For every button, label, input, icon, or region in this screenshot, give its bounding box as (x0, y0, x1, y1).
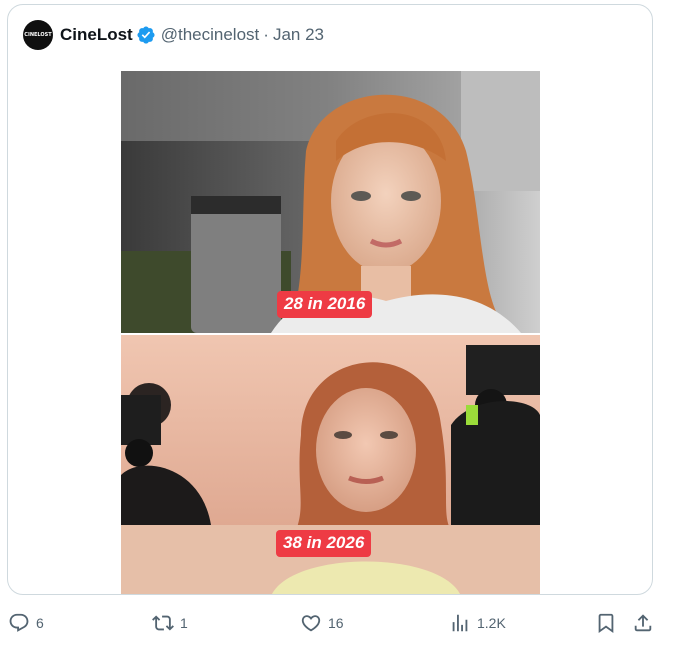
heart-icon (301, 615, 321, 632)
repost-count: 1 (180, 615, 188, 631)
bookmark-icon (598, 613, 614, 634)
photo-2026[interactable]: 38 in 2026 (121, 335, 540, 594)
repost-button[interactable]: 1 (152, 606, 188, 640)
views-chart-icon (452, 614, 468, 632)
page: CINELOST CineLost @thecinelost · Jan 23 (0, 0, 681, 662)
reply-button[interactable]: 6 (8, 606, 44, 640)
views-count: 1.2K (477, 615, 506, 631)
share-button[interactable] (632, 606, 654, 640)
post-media[interactable]: 28 in 2016 38 in 2026 (121, 71, 540, 594)
action-bar: 6 1 16 1.2K (0, 606, 681, 640)
post-card[interactable]: CINELOST CineLost @thecinelost · Jan 23 (7, 4, 653, 595)
like-count: 16 (328, 615, 344, 631)
user-handle[interactable]: @thecinelost (161, 25, 260, 45)
bookmark-button[interactable] (595, 606, 617, 640)
display-name[interactable]: CineLost (60, 25, 133, 45)
like-button[interactable]: 16 (300, 606, 344, 640)
reply-count: 6 (36, 615, 44, 631)
age-caption-2026: 38 in 2026 (276, 530, 372, 557)
post-date[interactable]: Jan 23 (273, 25, 324, 45)
reply-icon (9, 613, 29, 632)
separator-dot: · (263, 25, 269, 44)
repost-icon (152, 615, 174, 631)
avatar[interactable]: CINELOST (23, 20, 53, 50)
age-caption-2016: 28 in 2016 (277, 291, 373, 318)
views-button[interactable]: 1.2K (449, 606, 506, 640)
avatar-logo-text: CINELOST (24, 32, 52, 38)
share-icon (634, 614, 652, 632)
verified-badge-icon (137, 26, 155, 44)
photo-2016[interactable]: 28 in 2016 (121, 71, 540, 333)
post-header: CINELOST CineLost @thecinelost · Jan 23 (23, 20, 324, 50)
